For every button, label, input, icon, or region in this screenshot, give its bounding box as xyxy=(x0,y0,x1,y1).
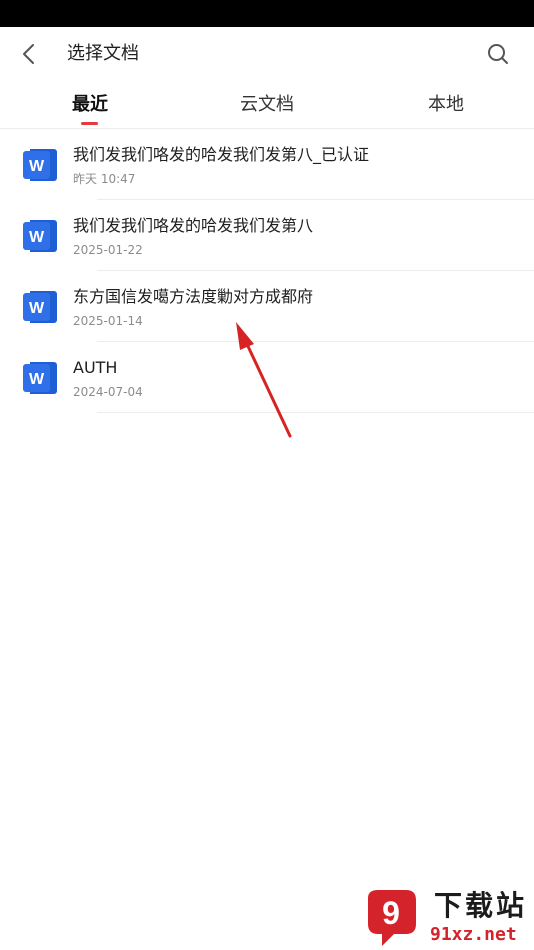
watermark-url: 91xz.net xyxy=(430,924,517,945)
word-file-icon: W xyxy=(23,220,57,252)
tab-bar: 最近 云文档 本地 xyxy=(0,84,534,128)
chevron-left-icon xyxy=(23,44,34,64)
top-app-bar: 选择文档 xyxy=(0,27,534,81)
svg-text:W: W xyxy=(29,371,45,388)
active-tab-indicator xyxy=(81,122,98,125)
file-date: 昨天 10:47 xyxy=(73,172,136,186)
file-name: 我们发我们咯发的哈发我们发第八 xyxy=(73,216,314,235)
file-name: AUTH xyxy=(73,358,118,377)
page-title: 选择文档 xyxy=(67,43,139,64)
watermark-logo-icon: 9 xyxy=(368,890,416,946)
svg-text:W: W xyxy=(29,158,45,175)
list-item[interactable]: W AUTH 2024-07-04 xyxy=(0,342,534,413)
word-file-icon: W xyxy=(23,291,57,323)
file-name: 我们发我们咯发的哈发我们发第八_已认证 xyxy=(73,145,370,164)
search-button[interactable] xyxy=(480,37,516,71)
svg-text:W: W xyxy=(29,229,45,246)
word-file-icon: W xyxy=(23,149,57,181)
watermark: 9 下载站 91xz.net xyxy=(362,888,534,950)
search-icon xyxy=(488,44,508,64)
row-divider xyxy=(97,412,534,413)
tab-cloud-docs[interactable]: 云文档 xyxy=(240,92,294,118)
file-name: 东方国信发噶方法度勦对方成都府 xyxy=(73,287,314,306)
tab-local[interactable]: 本地 xyxy=(428,92,464,118)
file-date: 2024-07-04 xyxy=(73,385,143,399)
list-item[interactable]: W 东方国信发噶方法度勦对方成都府 2025-01-14 xyxy=(0,271,534,342)
status-bar xyxy=(0,0,534,27)
file-date: 2025-01-22 xyxy=(73,243,143,257)
svg-text:9: 9 xyxy=(382,895,400,931)
watermark-title: 下载站 xyxy=(434,889,528,922)
file-date: 2025-01-14 xyxy=(73,314,143,328)
back-button[interactable] xyxy=(10,37,46,71)
svg-text:W: W xyxy=(29,300,45,317)
list-item[interactable]: W 我们发我们咯发的哈发我们发第八 2025-01-22 xyxy=(0,200,534,271)
tab-recent[interactable]: 最近 xyxy=(72,92,108,118)
file-list: W 我们发我们咯发的哈发我们发第八_已认证 昨天 10:47 W 我们发我们咯发… xyxy=(0,129,534,413)
word-file-icon: W xyxy=(23,362,57,394)
list-item[interactable]: W 我们发我们咯发的哈发我们发第八_已认证 昨天 10:47 xyxy=(0,129,534,200)
